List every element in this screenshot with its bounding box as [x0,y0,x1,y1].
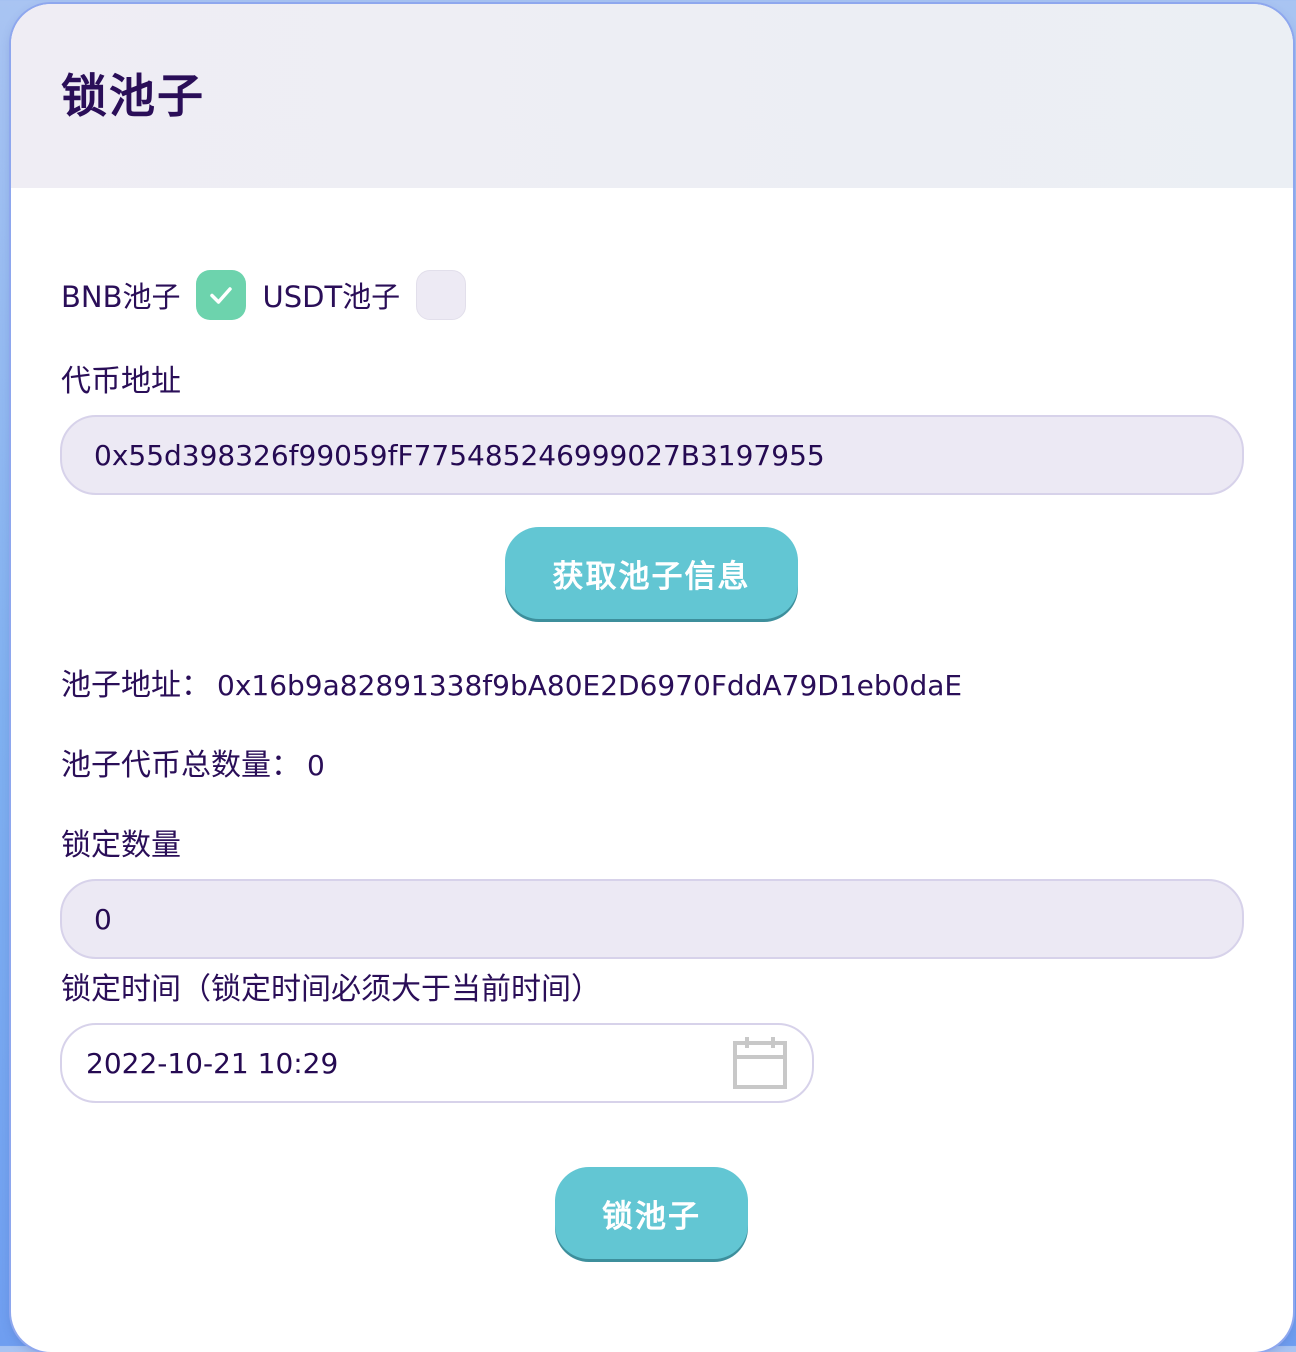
fetch-pool-info-button[interactable]: 获取池子信息 [505,527,798,619]
lock-amount-label: 锁定数量 [61,828,181,863]
token-address-input[interactable] [60,415,1244,495]
lock-pool-button[interactable]: 锁池子 [555,1167,748,1259]
usdt-pool-label: USDT池子 [262,280,401,314]
card-title: 锁池子 [61,69,205,123]
lock-time-label: 锁定时间（锁定时间必须大于当前时间） [61,972,601,1007]
usdt-pool-checkbox[interactable] [416,270,467,320]
pool-type-selector: BNB池子 USDT池子 [61,270,482,320]
calendar-icon[interactable] [732,1035,788,1091]
pool-total-line: 池子代币总数量： 0 [61,740,325,784]
bnb-pool-label: BNB池子 [61,280,181,314]
lock-time-picker[interactable]: 2022-10-21 10:29 [60,1023,814,1103]
lock-amount-input[interactable] [60,879,1244,959]
card-header: 锁池子 [11,4,1293,188]
bnb-pool-checkbox[interactable] [196,270,247,320]
pool-address-line: 池子地址： 0x16b9a82891338f9bA80E2D6970FddA79D… [61,660,962,704]
check-icon [210,287,233,304]
lock-pool-card: 锁池子 BNB池子 USDT池子 代币地址 获取池子信息 池子地址：0x16b9… [11,4,1293,1352]
lock-time-value: 2022-10-21 10:29 [86,1046,339,1080]
pool-total-value: 0 [307,749,325,782]
pool-total-label: 池子代币总数量： [61,748,301,783]
pool-address-label: 池子地址： [61,668,211,703]
token-address-label: 代币地址 [61,364,181,399]
pool-address-value: 0x16b9a82891338f9bA80E2D6970FddA79D1eb0d… [217,669,963,702]
